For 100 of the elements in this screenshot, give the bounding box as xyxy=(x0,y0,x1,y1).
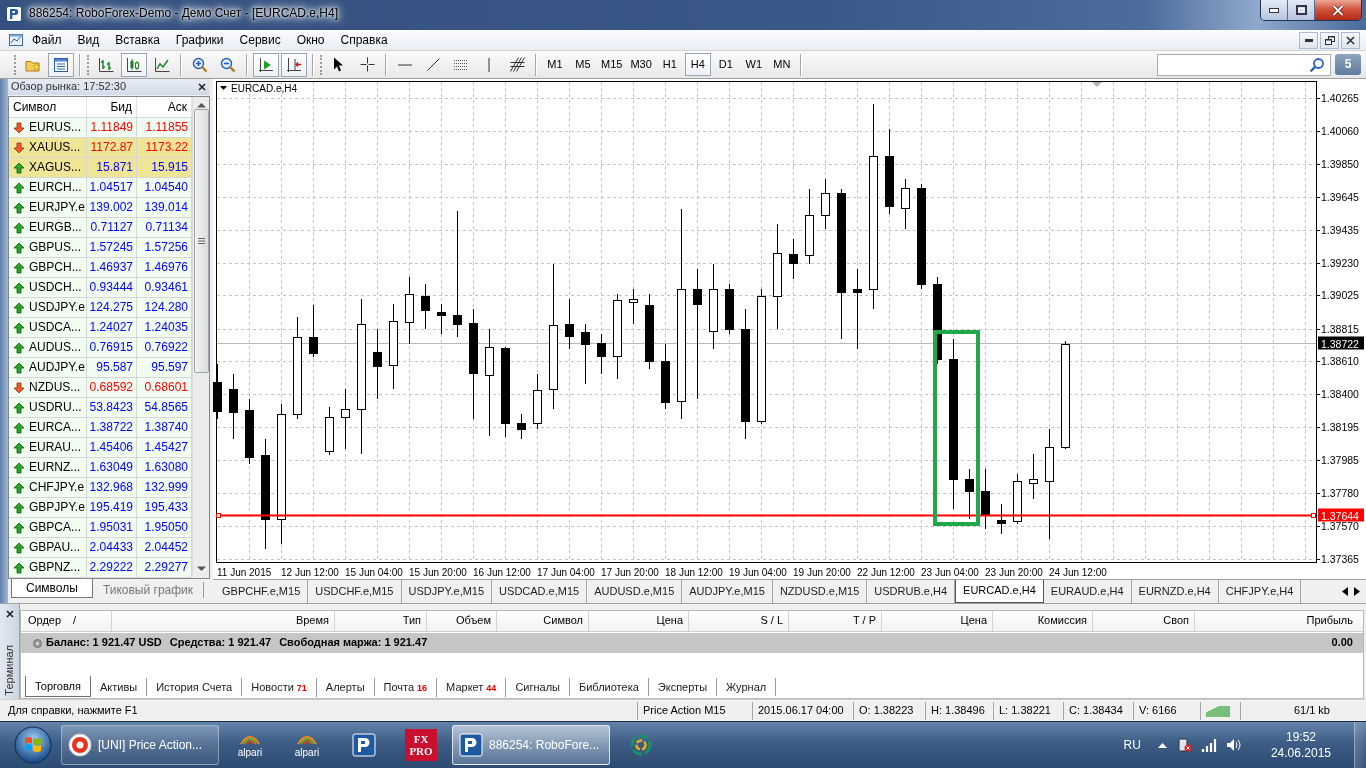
column-header[interactable]: Цена xyxy=(589,611,689,631)
quote-row[interactable]: USDRU... 53.8423 54.8565 xyxy=(9,398,192,418)
device-alert-icon[interactable] xyxy=(1175,737,1192,753)
column-header[interactable]: Цена xyxy=(882,611,993,631)
scroll-right-icon[interactable] xyxy=(1354,587,1360,596)
close-button[interactable] xyxy=(1341,31,1360,49)
minimize-button[interactable] xyxy=(1299,31,1318,49)
timeframe-button[interactable]: H1 xyxy=(656,53,683,76)
terminal-tab[interactable]: Сигналы xyxy=(506,678,570,696)
dropdown-triangle-icon[interactable] xyxy=(220,86,227,90)
column-header[interactable]: Своп xyxy=(1093,611,1195,631)
quote-row[interactable]: GBPNZ... 2.29222 2.29277 xyxy=(9,558,192,578)
column-header[interactable]: Ордер xyxy=(28,614,62,628)
quote-row[interactable]: USDCH... 0.93444 0.93461 xyxy=(9,278,192,298)
quote-row[interactable]: GBPCA... 1.95031 1.95050 xyxy=(9,518,192,538)
chart-tab[interactable]: EURCAD.e,H4 xyxy=(955,580,1044,603)
search-field[interactable] xyxy=(1157,53,1331,76)
column-header[interactable]: Время xyxy=(112,611,335,631)
signal-bars-icon[interactable] xyxy=(1200,738,1217,752)
column-header[interactable]: Объем xyxy=(427,611,497,631)
terminal-tab[interactable]: Новости 71 xyxy=(242,678,317,697)
restore-button[interactable] xyxy=(1320,31,1339,49)
quote-row[interactable]: XAGUS... 15.871 15.915 xyxy=(9,158,192,178)
terminal-tab[interactable]: Торговля xyxy=(25,676,91,697)
taskbar-button[interactable]: [UNI] Price Action... xyxy=(61,725,219,765)
menu-item[interactable]: Окно xyxy=(288,31,333,49)
toolbar-button[interactable] xyxy=(121,52,147,77)
quote-row[interactable]: GBPCH... 1.46937 1.46976 xyxy=(9,258,192,278)
chevron-up-icon[interactable] xyxy=(1157,742,1167,748)
chart-window-icon[interactable] xyxy=(8,32,24,48)
quote-row[interactable]: EURJPY.e 139.002 139.014 xyxy=(9,198,192,218)
terminal-tab[interactable]: История Счета xyxy=(147,678,243,696)
close-icon[interactable] xyxy=(5,610,14,618)
menu-item[interactable]: Сервис xyxy=(231,31,289,49)
toolbar-button[interactable] xyxy=(253,52,279,77)
quote-row[interactable]: CHFJPY.e 132.968 132.999 xyxy=(9,478,192,498)
terminal-tab[interactable]: Почта 16 xyxy=(374,678,438,697)
menu-item[interactable]: Файл xyxy=(24,31,70,49)
menu-item[interactable]: Вставка xyxy=(107,31,168,49)
quote-row[interactable]: EURAU... 1.45406 1.45427 xyxy=(9,438,192,458)
quote-row[interactable]: EURUS... 1.11849 1.11855 xyxy=(9,118,192,138)
column-header[interactable]: Комиссия xyxy=(993,611,1093,631)
column-header[interactable]: Символ xyxy=(497,611,589,631)
profit-total: 0.00 xyxy=(1331,636,1353,650)
terminal-tab[interactable]: Алерты xyxy=(316,678,375,696)
terminal-tab[interactable]: Активы xyxy=(90,678,148,696)
timeframe-button[interactable]: M15 xyxy=(598,53,626,76)
panel-tab[interactable]: Символы xyxy=(11,579,93,598)
speaker-icon[interactable] xyxy=(1225,738,1242,752)
terminal-tab[interactable]: Эксперты xyxy=(648,678,718,696)
show-desktop-button[interactable] xyxy=(1354,722,1366,768)
scrollbar-thumb[interactable] xyxy=(193,109,209,373)
quote-row[interactable]: NZDUS... 0.68592 0.68601 xyxy=(9,378,192,398)
maximize-button[interactable] xyxy=(1288,0,1315,20)
scroll-down-icon[interactable] xyxy=(196,566,206,572)
timeframe-button[interactable]: D1 xyxy=(712,53,739,76)
column-header[interactable]: Прибыль xyxy=(1195,611,1363,631)
clock-time[interactable]: 19:52 xyxy=(1285,729,1316,745)
quote-row[interactable]: GBPAU... 2.04433 2.04452 xyxy=(9,538,192,558)
close-icon[interactable] xyxy=(198,83,206,91)
timeframe-button[interactable]: M1 xyxy=(542,53,568,76)
timeframe-button[interactable]: H4 xyxy=(684,53,711,76)
menu-item[interactable]: Вид xyxy=(69,31,108,49)
language-indicator[interactable]: RU xyxy=(1123,737,1141,753)
panel-tab[interactable]: Тиковый график xyxy=(92,582,205,598)
terminal-tab[interactable]: Маркет 44 xyxy=(437,678,507,697)
quote-row[interactable]: XAUUS... 1172.87 1173.22 xyxy=(9,138,192,158)
terminal-tab[interactable]: Журнал xyxy=(717,678,777,696)
quote-row[interactable]: GBPJPY.e 195.419 195.433 xyxy=(9,498,192,518)
search-icon[interactable] xyxy=(1309,56,1325,73)
toolbar-button[interactable] xyxy=(281,52,307,77)
vertical-scrollbar[interactable] xyxy=(192,97,209,578)
taskbar-button[interactable]: alpari xyxy=(281,725,333,765)
timeframe-button[interactable]: W1 xyxy=(740,53,767,76)
quote-row[interactable]: AUDJPY.e 95.587 95.597 xyxy=(9,358,192,378)
time-label: 19 Jun 20:00 xyxy=(793,567,851,578)
menu-item[interactable]: Справка xyxy=(332,31,396,49)
column-header[interactable]: Тип xyxy=(335,611,427,631)
minimize-button[interactable] xyxy=(1261,0,1288,20)
timeframe-button[interactable]: MN xyxy=(768,53,795,76)
timeframe-button[interactable]: M5 xyxy=(570,53,596,76)
timeframe-button[interactable]: M30 xyxy=(627,53,655,76)
column-header[interactable]: S / L xyxy=(689,611,789,631)
quote-row[interactable]: GBPUS... 1.57245 1.57256 xyxy=(9,238,192,258)
toolbar-button[interactable] xyxy=(48,52,74,77)
quote-row[interactable]: AUDUS... 0.76915 0.76922 xyxy=(9,338,192,358)
taskbar-button[interactable]: alpari xyxy=(224,725,276,765)
scroll-left-icon[interactable] xyxy=(1342,587,1348,596)
quote-row[interactable]: USDCA... 1.24027 1.24035 xyxy=(9,318,192,338)
column-header[interactable]: T / P xyxy=(789,611,882,631)
quote-row[interactable]: USDJPY.e 124.275 124.280 xyxy=(9,298,192,318)
close-button[interactable] xyxy=(1315,0,1361,20)
terminal-tab[interactable]: Библиотека xyxy=(570,678,649,696)
menu-item[interactable]: Графики xyxy=(167,31,232,49)
quote-row[interactable]: EURCH... 1.04517 1.04540 xyxy=(9,178,192,198)
quote-row[interactable]: EURCA... 1.38722 1.38740 xyxy=(9,418,192,438)
clock-date[interactable]: 24.06.2015 xyxy=(1270,745,1331,761)
taskbar-button[interactable]: FX PRO xyxy=(395,725,447,765)
quote-row[interactable]: EURNZ... 1.63049 1.63080 xyxy=(9,458,192,478)
quote-row[interactable]: EURGB... 0.71127 0.71134 xyxy=(9,218,192,238)
